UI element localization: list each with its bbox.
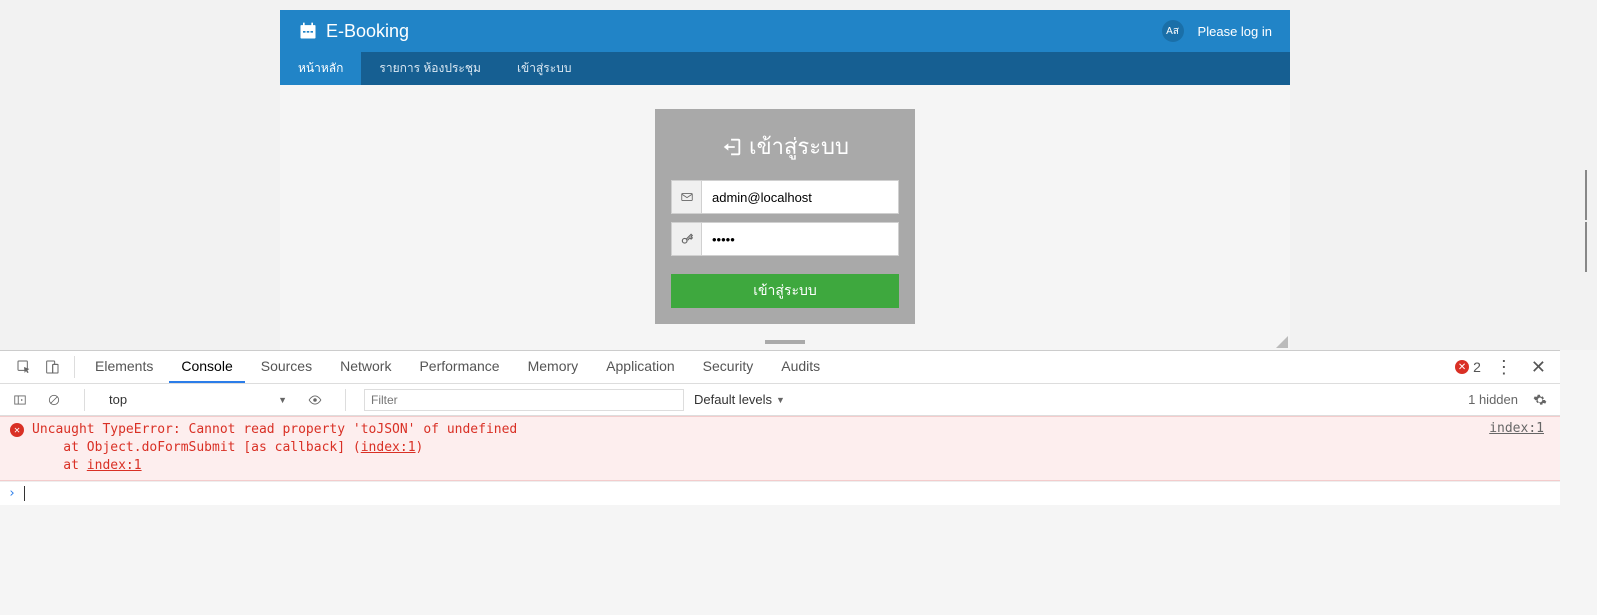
tab-application[interactable]: Application (594, 351, 687, 383)
login-card-title: เข้าสู่ระบบ (671, 129, 899, 164)
tab-network[interactable]: Network (328, 351, 403, 383)
tab-audits[interactable]: Audits (769, 351, 832, 383)
login-button[interactable]: เข้าสู่ระบบ (671, 274, 899, 308)
console-prompt[interactable]: › (0, 481, 1560, 505)
hidden-count[interactable]: 1 hidden (1468, 392, 1518, 407)
console-sidebar-icon[interactable] (8, 388, 32, 412)
key-icon (671, 222, 701, 256)
clear-console-icon[interactable] (42, 388, 66, 412)
tab-security[interactable]: Security (691, 351, 766, 383)
tab-console[interactable]: Console (169, 351, 244, 383)
email-input[interactable] (701, 180, 899, 214)
nav-item-rooms[interactable]: รายการ ห้องประชุม (361, 52, 499, 85)
prompt-arrow-icon: › (8, 486, 16, 501)
signin-icon (721, 136, 743, 158)
devtools-toolbar: Elements Console Sources Network Perform… (0, 351, 1560, 384)
log-levels-selector[interactable]: Default levels ▼ (694, 392, 785, 407)
console-filter-bar: top ▼ Default levels ▼ 1 hidden (0, 384, 1560, 416)
login-link[interactable]: Please log in (1198, 24, 1272, 39)
error-source-link[interactable]: index:1 (1489, 421, 1550, 476)
filter-input[interactable] (364, 389, 684, 411)
login-card: เข้าสู่ระบบ เข้าสู่ระบบ (655, 109, 915, 324)
prompt-cursor (24, 486, 25, 501)
resize-corner-icon[interactable] (1275, 335, 1289, 349)
brand[interactable]: E-Booking (298, 21, 409, 42)
inspect-icon[interactable] (10, 353, 38, 381)
nav-item-home[interactable]: หน้าหลัก (280, 52, 361, 85)
scrollbar[interactable] (1583, 170, 1589, 272)
error-text: Uncaught TypeError: Cannot read property… (32, 421, 1489, 476)
calendar-icon (298, 21, 318, 41)
tab-elements[interactable]: Elements (83, 351, 165, 383)
language-badge-text: Aส (1166, 24, 1179, 39)
tab-performance[interactable]: Performance (407, 351, 511, 383)
content-area: เข้าสู่ระบบ เข้าสู่ระบบ (280, 85, 1290, 334)
language-switcher[interactable]: Aส (1162, 20, 1184, 42)
devtools-tabs: Elements Console Sources Network Perform… (83, 351, 832, 383)
error-icon: ✕ (10, 423, 24, 437)
devtools-panel: Elements Console Sources Network Perform… (0, 350, 1560, 505)
error-stack-link[interactable]: index:1 (87, 458, 142, 473)
error-counter[interactable]: ✕ 2 (1455, 359, 1481, 375)
email-input-group (671, 180, 899, 214)
error-stack-link[interactable]: index:1 (361, 440, 416, 455)
tab-sources[interactable]: Sources (249, 351, 324, 383)
app-header: E-Booking Aส Please log in (280, 10, 1290, 52)
mail-icon (671, 180, 701, 214)
devtools-close-icon[interactable]: ✕ (1527, 357, 1550, 378)
console-settings-icon[interactable] (1528, 388, 1552, 412)
main-nav: หน้าหลัก รายการ ห้องประชุม เข้าสู่ระบบ (280, 52, 1290, 85)
password-input[interactable] (701, 222, 899, 256)
live-expression-icon[interactable] (303, 388, 327, 412)
devtools-menu-icon[interactable]: ⋮ (1491, 357, 1517, 378)
context-selector[interactable]: top ▼ (103, 390, 293, 409)
device-mode-icon[interactable] (38, 353, 66, 381)
brand-text: E-Booking (326, 21, 409, 42)
nav-item-login[interactable]: เข้าสู่ระบบ (499, 52, 590, 85)
console-error-message: ✕ Uncaught TypeError: Cannot read proper… (0, 416, 1560, 481)
tab-memory[interactable]: Memory (516, 351, 591, 383)
password-input-group (671, 222, 899, 256)
resize-handle[interactable] (280, 334, 1290, 350)
